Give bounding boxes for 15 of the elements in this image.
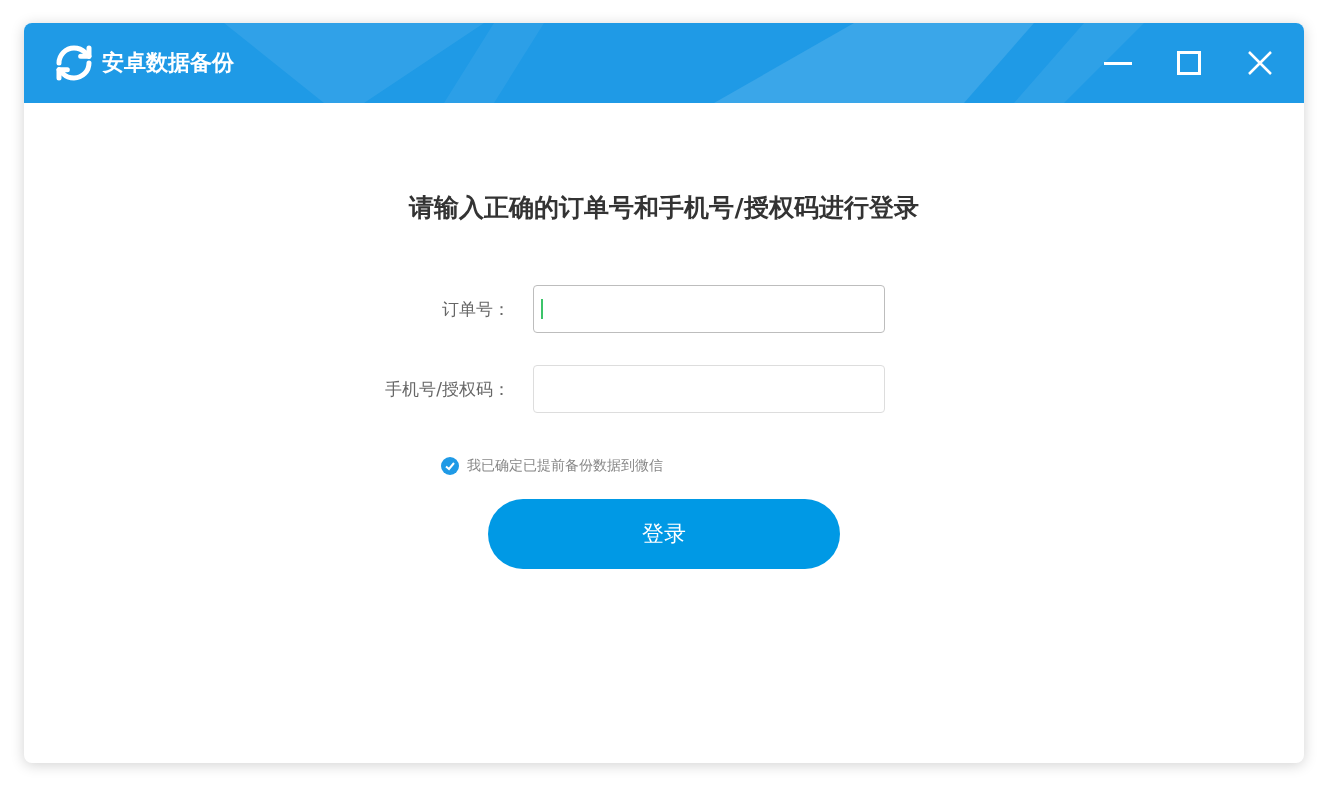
close-icon: [1248, 51, 1272, 75]
input-field[interactable]: [533, 365, 885, 413]
login-button[interactable]: 登录: [488, 499, 840, 569]
checkmark-icon: [444, 460, 456, 472]
agreement-text: 我已确定已提前备份数据到微信: [467, 457, 663, 475]
minimize-icon: [1104, 61, 1132, 65]
maximize-icon: [1177, 51, 1201, 75]
login-heading: 请输入正确的订单号和手机号/授权码进行登录: [409, 192, 919, 224]
field-label: 订单号：: [441, 297, 510, 321]
agreement-checkbox[interactable]: [441, 457, 459, 475]
text-cursor: [541, 299, 543, 319]
input-field[interactable]: [533, 285, 885, 333]
field-label: 手机号/授权码：: [384, 377, 510, 401]
sync-icon: [54, 43, 94, 83]
window-title: 安卓数据备份: [102, 49, 234, 77]
